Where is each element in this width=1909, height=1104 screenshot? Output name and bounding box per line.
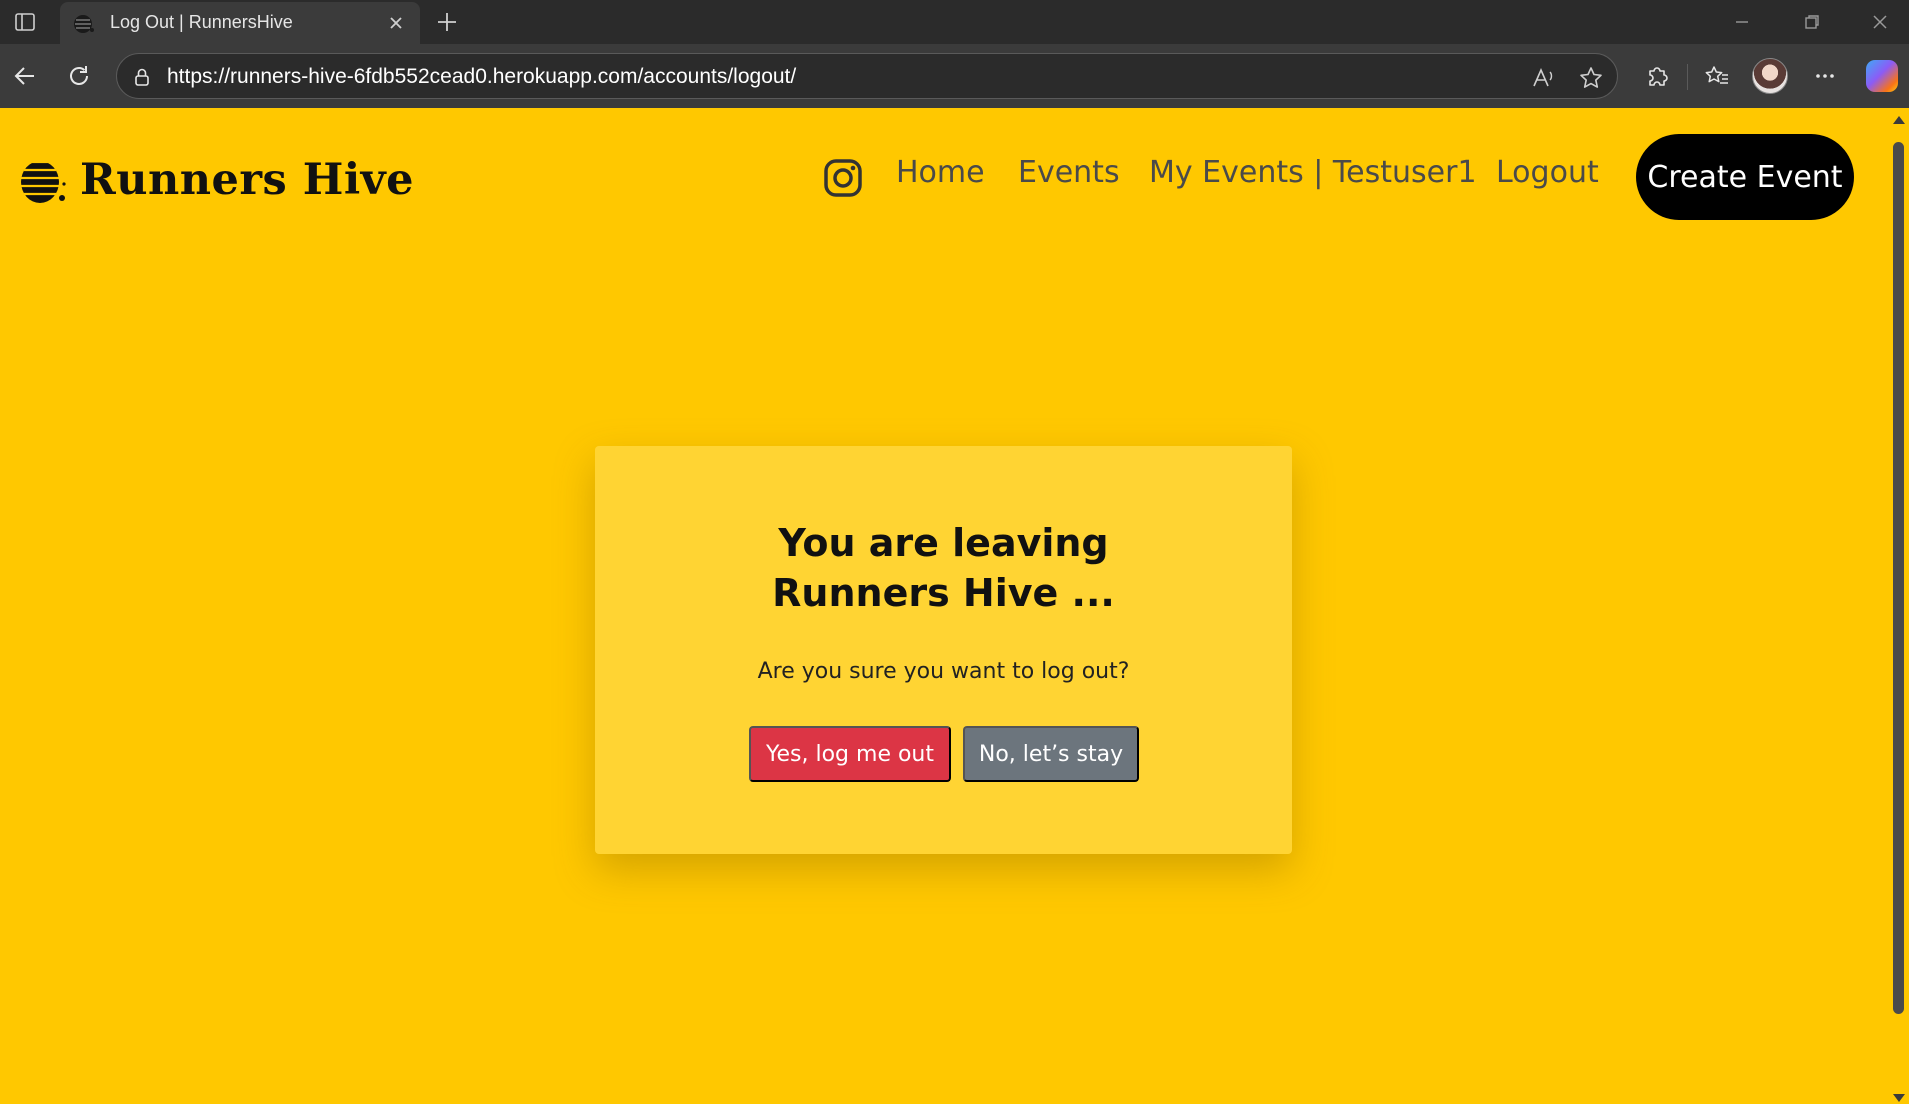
tab-sidebar-icon[interactable] <box>10 7 40 37</box>
lock-icon[interactable] <box>131 66 153 88</box>
nav-events-link[interactable]: Events <box>1018 155 1120 190</box>
minimize-icon[interactable] <box>1722 7 1762 37</box>
favorites-icon[interactable] <box>1700 59 1734 93</box>
close-icon[interactable] <box>384 11 408 35</box>
toolbar-divider <box>1687 64 1688 90</box>
scroll-up-arrow-icon[interactable] <box>1893 116 1905 124</box>
address-bar[interactable]: https://runners-hive-6fdb552cead0.heroku… <box>116 53 1618 99</box>
nav-logout-link[interactable]: Logout <box>1496 155 1599 190</box>
profile-avatar[interactable] <box>1752 58 1788 94</box>
create-event-button[interactable]: Create Event <box>1636 134 1854 220</box>
active-tab[interactable]: Log Out | RunnersHive <box>60 2 420 44</box>
page-scrollbar[interactable] <box>1888 108 1909 1104</box>
instagram-icon[interactable] <box>822 157 864 199</box>
restore-icon[interactable] <box>1792 7 1832 37</box>
beehive-logo-icon <box>21 160 66 203</box>
browser-toolbar: https://runners-hive-6fdb552cead0.heroku… <box>0 44 1909 108</box>
more-icon[interactable] <box>1808 59 1842 93</box>
brand-name: Runners Hive <box>80 155 415 205</box>
confirm-logout-button[interactable]: Yes, log me out <box>749 726 951 782</box>
nav-my-events-link[interactable]: My Events | Testuser1 <box>1149 155 1477 190</box>
reload-icon[interactable] <box>62 59 96 93</box>
cancel-logout-button[interactable]: No, let’s stay <box>963 726 1139 782</box>
plus-icon[interactable] <box>432 7 462 37</box>
logout-question: Are you sure you want to log out? <box>757 659 1130 684</box>
nav-home-link[interactable]: Home <box>896 155 985 190</box>
url-text[interactable]: https://runners-hive-6fdb552cead0.heroku… <box>167 65 796 89</box>
star-icon[interactable] <box>1578 65 1604 91</box>
page-body: Runners Hive Home Events My Events | Tes… <box>0 108 1888 1104</box>
tab-title: Log Out | RunnersHive <box>110 12 293 32</box>
logout-card: You are leaving Runners Hive ... Are you… <box>595 446 1292 854</box>
read-aloud-icon[interactable] <box>1531 65 1557 91</box>
runners-hive-favicon-icon <box>72 11 96 35</box>
scroll-down-arrow-icon[interactable] <box>1893 1094 1905 1102</box>
close-window-icon[interactable] <box>1860 7 1900 37</box>
copilot-icon[interactable] <box>1866 60 1898 92</box>
logout-title: You are leaving Runners Hive ... <box>772 521 1115 615</box>
scroll-thumb[interactable] <box>1893 142 1904 1014</box>
puzzle-icon[interactable] <box>1640 59 1674 93</box>
brand-link[interactable]: Runners Hive <box>18 150 414 210</box>
browser-tabstrip: Log Out | RunnersHive <box>0 0 1909 44</box>
back-arrow-icon[interactable] <box>8 59 42 93</box>
